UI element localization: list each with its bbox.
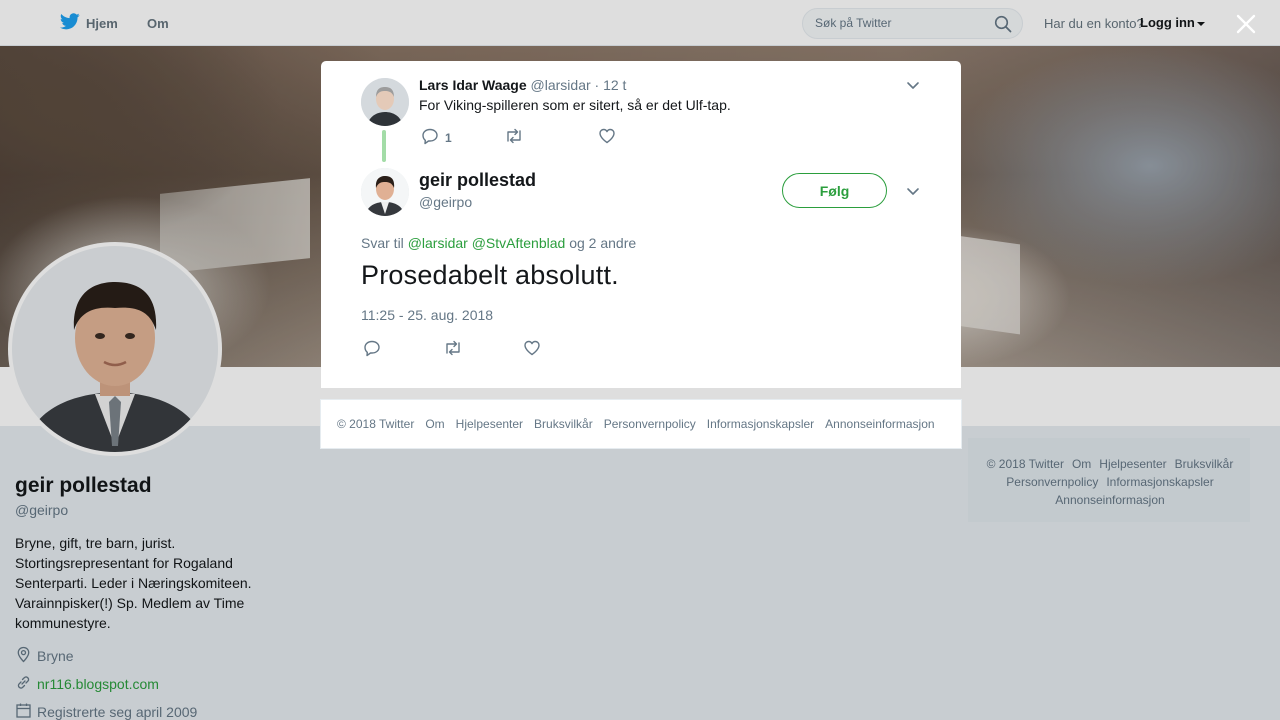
- follow-button[interactable]: Følg: [782, 173, 887, 208]
- parent-reply-button[interactable]: 1: [421, 127, 452, 148]
- parent-tweet-header: Lars Idar Waage @larsidar · 12 t: [419, 77, 626, 93]
- parent-tweet-author-handle[interactable]: @larsidar: [531, 77, 591, 93]
- retweet-icon: [504, 127, 524, 148]
- footer-link-ads[interactable]: Annonseinformasjon: [825, 417, 934, 431]
- parent-tweet-avatar[interactable]: [361, 78, 409, 126]
- like-button[interactable]: [523, 339, 541, 360]
- mention-link[interactable]: @StvAftenblad: [472, 235, 566, 251]
- parent-tweet-text: For Viking-spilleren som er sitert, så e…: [419, 97, 731, 113]
- tweet-modal: Lars Idar Waage @larsidar · 12 t For Vik…: [321, 61, 961, 388]
- reply-context: Svar til @larsidar @StvAftenblad og 2 an…: [361, 235, 636, 251]
- tweet-author-handle[interactable]: @geirpo: [419, 194, 472, 210]
- reply-icon: [363, 339, 381, 360]
- footer-link-terms[interactable]: Bruksvilkår: [534, 417, 593, 431]
- parent-tweet-author-name[interactable]: Lars Idar Waage: [419, 77, 527, 93]
- retweet-button[interactable]: [443, 339, 463, 360]
- tweet-actions: [363, 339, 541, 360]
- chevron-down-icon[interactable]: [905, 77, 921, 93]
- parent-reply-count: 1: [445, 130, 452, 145]
- parent-tweet-time[interactable]: · 12 t: [595, 77, 627, 93]
- chevron-down-icon[interactable]: [905, 183, 921, 199]
- footer-link-about[interactable]: Om: [425, 417, 444, 431]
- tweet-author-avatar[interactable]: [361, 168, 409, 216]
- reply-icon: [421, 127, 439, 148]
- reply-button[interactable]: [363, 339, 381, 360]
- mention-link[interactable]: @larsidar: [408, 235, 468, 251]
- footer-copyright: © 2018 Twitter: [337, 417, 415, 431]
- footer-link-privacy[interactable]: Personvernpolicy: [604, 417, 696, 431]
- modal-footer: © 2018 Twitter Om Hjelpesenter Bruksvilk…: [320, 399, 962, 449]
- retweet-icon: [443, 339, 463, 360]
- footer-link-cookies[interactable]: Informasjonskapsler: [707, 417, 814, 431]
- close-icon[interactable]: [1234, 12, 1258, 36]
- tweet-text: Prosedabelt absolutt.: [361, 260, 619, 290]
- like-icon: [523, 339, 541, 360]
- parent-like-button[interactable]: [598, 127, 616, 148]
- parent-tweet-actions: 1: [421, 127, 616, 148]
- reply-prefix: Svar til: [361, 235, 404, 251]
- reply-others-link[interactable]: og 2 andre: [569, 235, 636, 251]
- parent-retweet-button[interactable]: [504, 127, 524, 148]
- tweet-timestamp[interactable]: 11:25 - 25. aug. 2018: [361, 307, 493, 323]
- footer-link-help[interactable]: Hjelpesenter: [456, 417, 523, 431]
- tweet-author-name[interactable]: geir pollestad: [419, 170, 536, 191]
- thread-connector-line: [382, 130, 386, 162]
- like-icon: [598, 127, 616, 148]
